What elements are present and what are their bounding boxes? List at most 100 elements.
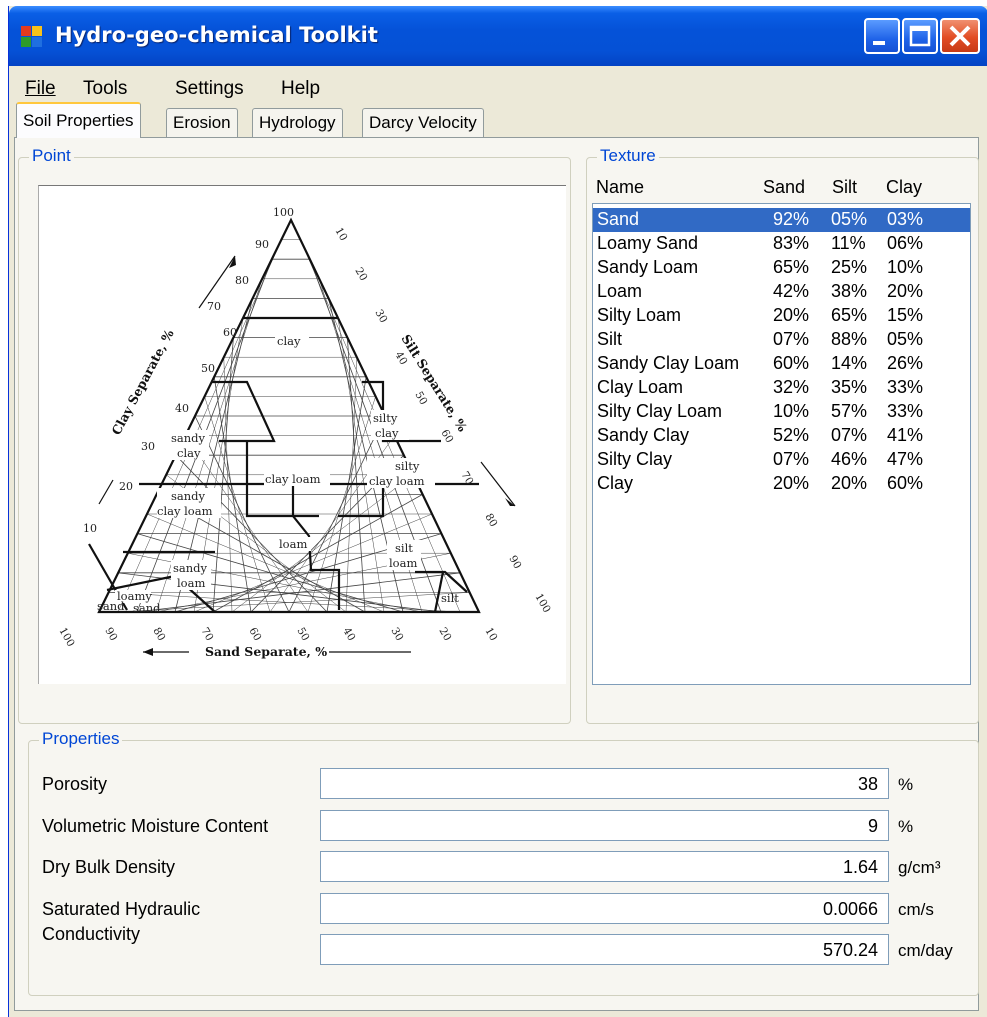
texture-cell-sand: 20%	[773, 473, 810, 493]
tab-label: Erosion	[173, 113, 231, 132]
bottom-tick: 50	[294, 626, 311, 644]
texture-cell-sand: 10%	[773, 401, 810, 421]
texture-cell-silt: 57%	[831, 401, 868, 421]
right-tick: 80	[482, 512, 499, 530]
texture-row[interactable]: Silty Clay 07% 46% 47%	[593, 448, 970, 472]
texture-cell-silt: 14%	[831, 353, 868, 373]
texture-cell-clay: 33%	[887, 377, 924, 397]
texture-cell-name: Sandy Clay	[597, 425, 690, 445]
density-field[interactable]: 1.64	[320, 851, 889, 882]
texture-row[interactable]: Clay Loam 32% 35% 33%	[593, 376, 970, 400]
properties-group-title: Properties	[39, 729, 123, 749]
tab-soil-properties[interactable]: Soil Properties	[16, 102, 141, 138]
texture-cell-clay: 15%	[887, 305, 924, 325]
texture-cell-clay: 41%	[887, 425, 924, 445]
menu-file[interactable]: File	[25, 78, 56, 100]
right-tick: 30	[372, 308, 389, 326]
texture-cell-silt: 07%	[831, 425, 868, 445]
texture-cell-name: Sandy Clay Loam	[597, 353, 740, 373]
texture-cell-clay: 47%	[887, 449, 924, 469]
texture-row[interactable]: Loamy Sand 83% 11% 06%	[593, 232, 970, 256]
conductivity-cms-field[interactable]: 0.0066	[320, 893, 889, 924]
bottom-tick: 40	[340, 626, 357, 644]
tab-darcy-velocity[interactable]: Darcy Velocity	[362, 108, 484, 138]
point-group-title: Point	[29, 146, 74, 166]
left-tick: 70	[207, 300, 221, 313]
tab-label: Darcy Velocity	[369, 113, 477, 132]
menu-tools[interactable]: Tools	[83, 78, 127, 100]
texture-row[interactable]: Sandy Clay 52% 07% 41%	[593, 424, 970, 448]
texture-row[interactable]: Clay 20% 20% 60%	[593, 472, 970, 496]
texture-row[interactable]: Silty Loam 20% 65% 15%	[593, 304, 970, 328]
conductivity-label-line1: Saturated Hydraulic	[42, 899, 201, 919]
conductivity-cms-unit: cm/s	[898, 900, 934, 919]
region-label: sand	[133, 601, 161, 615]
maximize-button[interactable]	[902, 18, 938, 54]
texture-cell-name: Clay	[597, 473, 634, 493]
texture-cell-sand: 32%	[773, 377, 810, 397]
menu-file-label: File	[25, 78, 56, 99]
texture-cell-sand: 07%	[773, 449, 810, 469]
right-tick: 60	[438, 428, 455, 446]
region-label: silt	[395, 541, 413, 555]
texture-row[interactable]: Sandy Loam 65% 25% 10%	[593, 256, 970, 280]
moisture-label: Volumetric Moisture Content	[42, 816, 269, 836]
soil-texture-triangle[interactable]: 100 90 80 60 50 40 30 20 10 70 10 20 30 …	[38, 185, 566, 684]
menu-help[interactable]: Help	[281, 78, 320, 100]
texture-row[interactable]: Silt 07% 88% 05%	[593, 328, 970, 352]
texture-triangle-diagram: 100 90 80 60 50 40 30 20 10 70 10 20 30 …	[56, 206, 552, 659]
column-header-silt[interactable]: Silt	[832, 177, 857, 198]
density-label: Dry Bulk Density	[42, 857, 176, 877]
conductivity-cmday-field[interactable]: 570.24	[320, 934, 889, 965]
right-tick: 20	[352, 266, 369, 284]
texture-cell-name: Silty Clay	[597, 449, 673, 469]
left-tick: 40	[175, 402, 189, 415]
porosity-field[interactable]: 38	[320, 768, 889, 799]
texture-row[interactable]: Silty Clay Loam 10% 57% 33%	[593, 400, 970, 424]
texture-cell-sand: 83%	[773, 233, 810, 253]
texture-row[interactable]: Loam 42% 38% 20%	[593, 280, 970, 304]
right-tick: 10	[332, 226, 349, 244]
texture-row[interactable]: Sand 92% 05% 03%	[593, 208, 970, 232]
column-header-name[interactable]: Name	[596, 177, 644, 198]
moisture-field[interactable]: 9	[320, 810, 889, 841]
texture-cell-silt: 20%	[831, 473, 868, 493]
texture-cell-clay: 06%	[887, 233, 924, 253]
close-icon	[949, 25, 971, 47]
column-header-clay[interactable]: Clay	[886, 177, 922, 198]
minimize-button[interactable]	[864, 18, 900, 54]
minimize-icon	[873, 41, 885, 45]
texture-row[interactable]: Sandy Clay Loam 60% 14% 26%	[593, 352, 970, 376]
texture-cell-silt: 11%	[831, 233, 866, 253]
left-tick: 10	[83, 522, 97, 535]
texture-cell-silt: 25%	[831, 257, 868, 277]
window-title: Hydro-geo-chemical Toolkit	[55, 23, 378, 47]
right-tick: 50	[412, 390, 429, 408]
column-header-sand[interactable]: Sand	[763, 177, 805, 198]
menu-settings[interactable]: Settings	[175, 78, 244, 100]
region-label: clay loam	[369, 474, 425, 488]
region-label: silty	[373, 411, 398, 425]
close-button[interactable]	[940, 18, 980, 54]
menu-help-label: Help	[281, 78, 321, 99]
texture-cell-sand: 42%	[773, 281, 810, 301]
region-label: loam	[177, 576, 205, 590]
texture-list[interactable]: Sand 92% 05% 03% Loamy Sand 83% 11% 06% Sandy Lo…	[592, 203, 971, 685]
left-tick: 90	[255, 238, 269, 251]
title-bar[interactable]: Hydro-geo-chemical Toolkit	[9, 6, 987, 66]
region-label: clay loam	[157, 504, 213, 518]
texture-cell-silt: 38%	[831, 281, 868, 301]
tab-erosion[interactable]: Erosion	[166, 108, 238, 138]
texture-cell-silt: 05%	[831, 209, 868, 229]
region-label: loam	[279, 537, 307, 551]
texture-cell-silt: 35%	[831, 377, 868, 397]
conductivity-cmday-unit: cm/day	[898, 941, 953, 960]
texture-cell-sand: 65%	[773, 257, 810, 277]
tab-hydrology[interactable]: Hydrology	[252, 108, 343, 138]
menu-settings-label: Settings	[175, 78, 244, 99]
texture-cell-sand: 60%	[773, 353, 810, 373]
conductivity-label-line2: Conductivity	[42, 924, 141, 944]
region-label: silt	[441, 591, 459, 605]
left-tick: 20	[119, 480, 133, 493]
region-label: clay	[375, 426, 399, 440]
